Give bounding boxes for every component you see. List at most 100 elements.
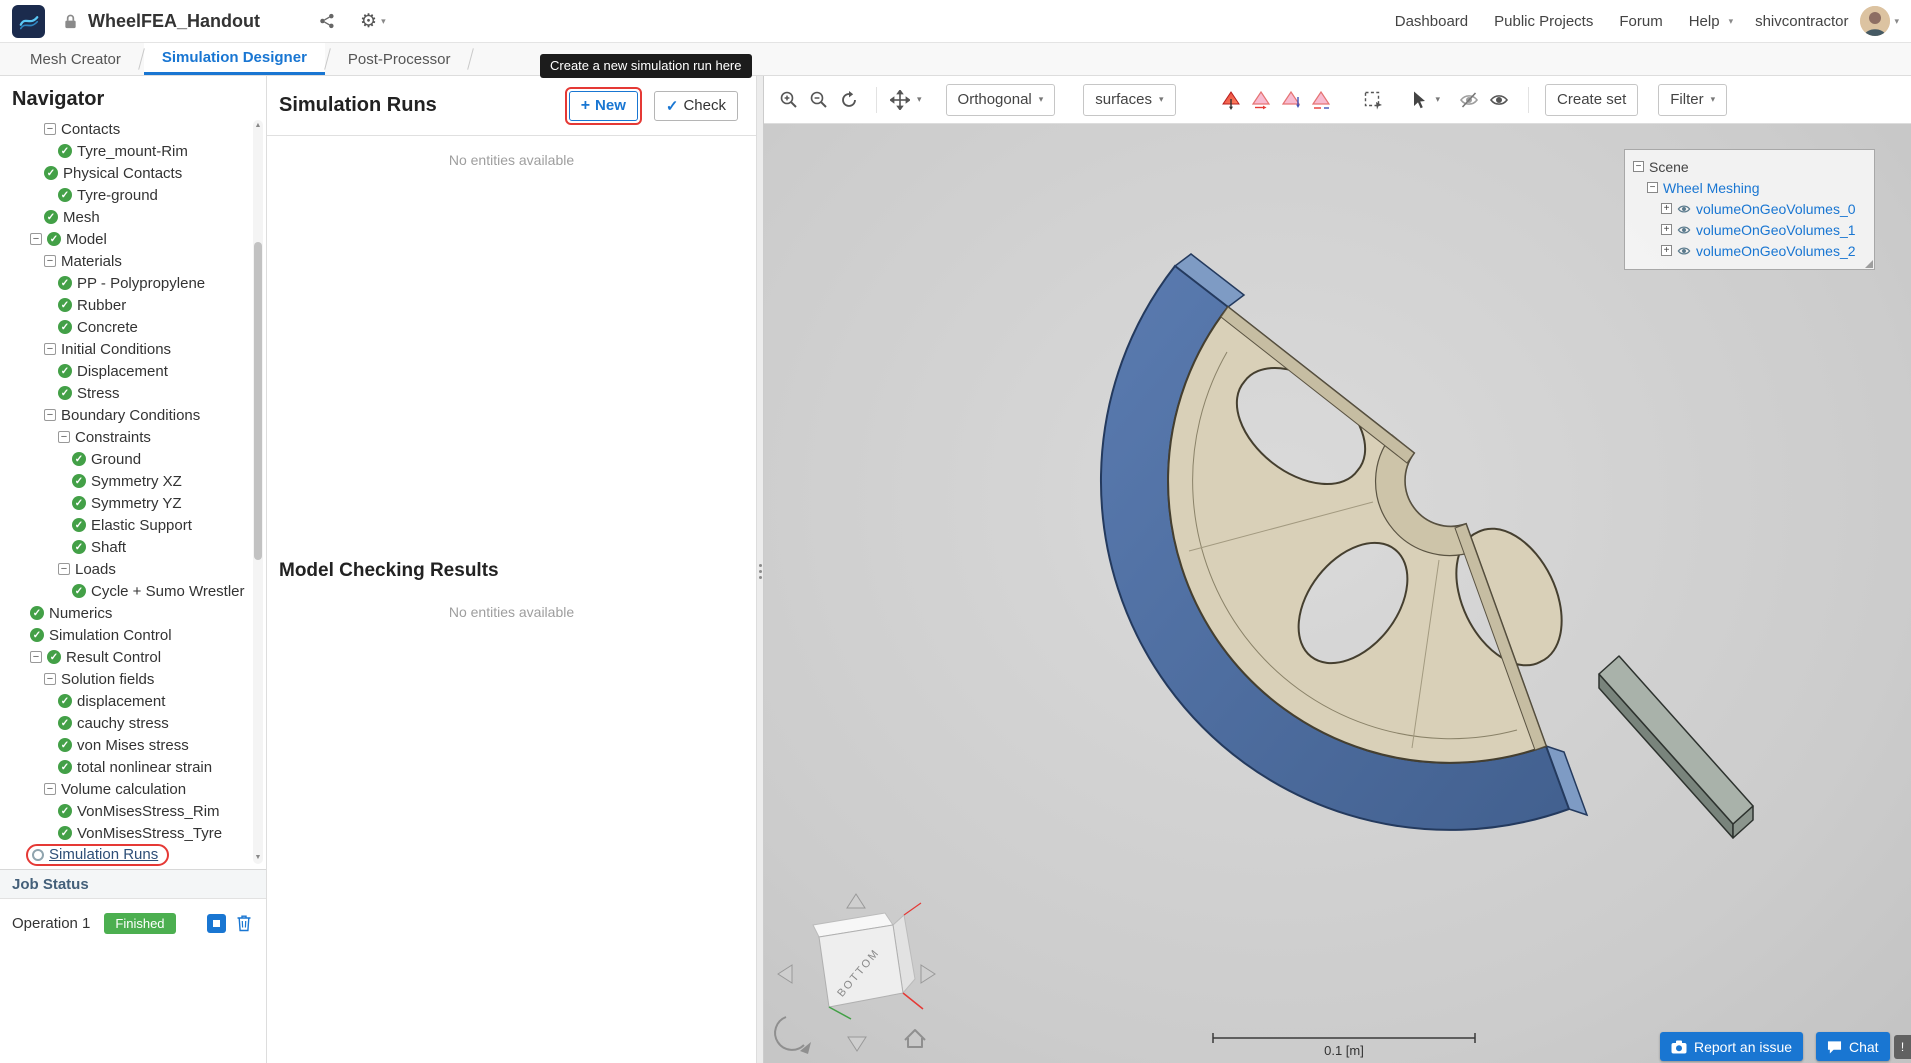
- tree-item-simulation-runs[interactable]: Simulation Runs: [0, 844, 250, 866]
- transform-tool-icon[interactable]: [1308, 87, 1334, 113]
- tree-item-total-nonlinear-strain[interactable]: total nonlinear strain: [0, 756, 250, 778]
- tree-item-tyre-ground[interactable]: Tyre-ground: [0, 184, 250, 206]
- rotate-down-arrow-icon[interactable]: [847, 1036, 867, 1052]
- tree-item-result-control[interactable]: Result Control: [0, 646, 250, 668]
- create-set-button[interactable]: Create set: [1545, 83, 1639, 116]
- hide-selection-icon[interactable]: [1456, 87, 1482, 113]
- tree-item-shaft[interactable]: Shaft: [0, 536, 250, 558]
- chat-button[interactable]: Chat: [1816, 1032, 1890, 1061]
- tree-item-von-mises-stress[interactable]: von Mises stress: [0, 734, 250, 756]
- zoom-in-icon[interactable]: [776, 87, 802, 113]
- tree-item-stress[interactable]: Stress: [0, 382, 250, 404]
- expand-icon[interactable]: +: [1661, 245, 1672, 256]
- zoom-out-icon[interactable]: [806, 87, 832, 113]
- tree-item-ground[interactable]: Ground: [0, 448, 250, 470]
- tree-item-cauchy-stress[interactable]: cauchy stress: [0, 712, 250, 734]
- tree-item-cycle-sumo-wrestler[interactable]: Cycle + Sumo Wrestler: [0, 580, 250, 602]
- tree-item-mesh[interactable]: Mesh: [0, 206, 250, 228]
- chevron-down-icon[interactable]: ▾: [917, 94, 922, 105]
- chevron-down-icon[interactable]: ▾: [381, 16, 386, 27]
- tree-item-physical-contacts[interactable]: Physical Contacts: [0, 162, 250, 184]
- scroll-up-icon[interactable]: ▲: [253, 120, 263, 132]
- collapse-icon[interactable]: [58, 431, 70, 443]
- filter-dropdown[interactable]: Filter ▾: [1658, 83, 1728, 116]
- collapse-icon[interactable]: [44, 673, 56, 685]
- tree-item-boundary-conditions[interactable]: Boundary Conditions: [0, 404, 250, 426]
- gear-icon[interactable]: ⚙: [360, 12, 377, 31]
- app-logo-icon[interactable]: [12, 4, 45, 38]
- tree-item-materials[interactable]: Materials: [0, 250, 250, 272]
- tree-item-volume-calculation[interactable]: Volume calculation: [0, 778, 250, 800]
- nav-help[interactable]: Help ▾: [1689, 13, 1733, 30]
- tree-item-vonmisesstress-rim[interactable]: VonMisesStress_Rim: [0, 800, 250, 822]
- collapse-icon[interactable]: [30, 651, 42, 663]
- tab-mesh-creator[interactable]: Mesh Creator: [12, 43, 139, 75]
- collapse-icon[interactable]: [44, 123, 56, 135]
- orientation-cube[interactable]: BOTTOM: [812, 902, 924, 1020]
- tree-item-contacts[interactable]: Contacts: [0, 118, 250, 140]
- eye-icon[interactable]: [1677, 244, 1691, 258]
- scene-item-volumeongeovolumes-2[interactable]: + volumeOnGeoVolumes_2: [1633, 240, 1866, 261]
- tree-item-simulation-control[interactable]: Simulation Control: [0, 624, 250, 646]
- tree-item-symmetry-xz[interactable]: Symmetry XZ: [0, 470, 250, 492]
- tree-item-pp-polypropylene[interactable]: PP - Polypropylene: [0, 272, 250, 294]
- section-plane-icon[interactable]: [1218, 87, 1244, 113]
- tree-item-model[interactable]: Model: [0, 228, 250, 250]
- tree-item-numerics[interactable]: Numerics: [0, 602, 250, 624]
- chevron-down-icon[interactable]: ▾: [1436, 94, 1441, 105]
- tree-item-symmetry-yz[interactable]: Symmetry YZ: [0, 492, 250, 514]
- tree-item-tyre-mount-rim[interactable]: Tyre_mount-Rim: [0, 140, 250, 162]
- divider-handle-icon[interactable]: [759, 564, 762, 579]
- tree-item-loads[interactable]: Loads: [0, 558, 250, 580]
- tree-item-vonmisesstress-tyre[interactable]: VonMisesStress_Tyre: [0, 822, 250, 844]
- collapse-icon[interactable]: −: [1647, 182, 1658, 193]
- collapse-icon[interactable]: −: [1633, 161, 1644, 172]
- tab-simulation-designer[interactable]: Simulation Designer: [143, 43, 325, 75]
- iso-surface-tool-icon[interactable]: [1278, 87, 1304, 113]
- tree-item-concrete[interactable]: Concrete: [0, 316, 250, 338]
- projection-dropdown[interactable]: Orthogonal ▾: [945, 83, 1056, 116]
- rotate-up-arrow-icon[interactable]: [846, 893, 866, 909]
- cursor-select-icon[interactable]: [1406, 87, 1432, 113]
- collapse-icon[interactable]: [44, 343, 56, 355]
- stop-job-button[interactable]: [207, 913, 226, 933]
- scene-item-scene-root[interactable]: − Scene: [1633, 156, 1866, 177]
- expand-icon[interactable]: +: [1661, 224, 1672, 235]
- mirror-tool-icon[interactable]: [1248, 87, 1274, 113]
- notification-tab[interactable]: !: [1894, 1035, 1911, 1059]
- viewport-canvas[interactable]: BOTTOM 0.1 [m] − Scene − Wheel Meshing +…: [764, 124, 1911, 1063]
- avatar[interactable]: [1860, 6, 1891, 36]
- username[interactable]: shivcontractor: [1755, 13, 1848, 30]
- nav-public-projects[interactable]: Public Projects: [1494, 13, 1593, 30]
- reset-view-icon[interactable]: [836, 87, 862, 113]
- scrollbar-thumb[interactable]: [254, 242, 262, 560]
- collapse-icon[interactable]: [30, 233, 42, 245]
- collapse-icon[interactable]: [44, 409, 56, 421]
- scene-item-volumeongeovolumes-0[interactable]: + volumeOnGeoVolumes_0: [1633, 198, 1866, 219]
- panel-resize-divider[interactable]: [756, 76, 764, 1063]
- ground-plate[interactable]: [1598, 655, 1754, 839]
- tree-item-initial-conditions[interactable]: Initial Conditions: [0, 338, 250, 360]
- tree-item-elastic-support[interactable]: Elastic Support: [0, 514, 250, 536]
- collapse-icon[interactable]: [44, 255, 56, 267]
- eye-icon[interactable]: [1677, 223, 1691, 237]
- tab-post-processor[interactable]: Post-Processor: [330, 43, 469, 75]
- scroll-down-icon[interactable]: ▼: [253, 852, 263, 864]
- report-issue-button[interactable]: Report an issue: [1660, 1032, 1804, 1061]
- tree-item-rubber[interactable]: Rubber: [0, 294, 250, 316]
- nav-forum[interactable]: Forum: [1619, 13, 1662, 30]
- tree-item-displacement[interactable]: displacement: [0, 690, 250, 712]
- scene-item-wheel-meshing[interactable]: − Wheel Meshing: [1633, 177, 1866, 198]
- scene-item-volumeongeovolumes-1[interactable]: + volumeOnGeoVolumes_1: [1633, 219, 1866, 240]
- share-icon[interactable]: [318, 12, 336, 30]
- tree-item-solution-fields[interactable]: Solution fields: [0, 668, 250, 690]
- eye-icon[interactable]: [1677, 202, 1691, 216]
- show-all-icon[interactable]: [1486, 87, 1512, 113]
- pan-tool-icon[interactable]: [887, 87, 913, 113]
- render-mode-dropdown[interactable]: surfaces ▾: [1083, 83, 1176, 116]
- check-model-button[interactable]: ✓ Check: [653, 90, 738, 121]
- chevron-down-icon[interactable]: ▾: [1894, 16, 1899, 27]
- delete-job-button[interactable]: [236, 914, 252, 932]
- nav-dashboard[interactable]: Dashboard: [1395, 13, 1468, 30]
- new-simulation-run-button[interactable]: + New: [564, 86, 643, 125]
